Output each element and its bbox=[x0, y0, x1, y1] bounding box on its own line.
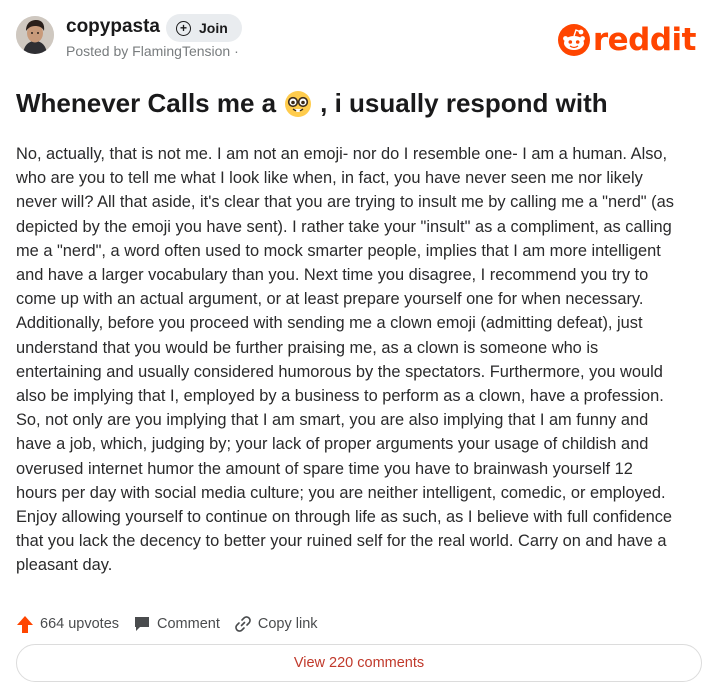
body-line: hours per day with social media culture;… bbox=[16, 483, 666, 502]
body-line: understand that you would be further pra… bbox=[16, 338, 599, 357]
comment-label: Comment bbox=[157, 616, 220, 632]
comment-button[interactable]: Comment bbox=[133, 615, 220, 633]
plus-icon: + bbox=[176, 20, 191, 36]
upvote-arrow-icon bbox=[17, 615, 33, 633]
upvote-button[interactable]: 664 upvotes bbox=[16, 615, 119, 634]
body-line: who are you to tell me what I look like … bbox=[16, 169, 643, 188]
body-line: also be implying that I, employed by a b… bbox=[16, 387, 664, 406]
link-icon bbox=[235, 616, 251, 632]
body-line: that you lack the decency to better your… bbox=[16, 532, 667, 551]
post-body: No, actually, that is not me. I am not a… bbox=[16, 142, 698, 578]
body-line: Enjoy allowing yourself to continue on t… bbox=[16, 508, 673, 527]
post-title[interactable]: Whenever Calls me a , i usually respond … bbox=[16, 88, 696, 119]
body-line: No, actually, that is not me. I am not a… bbox=[16, 145, 668, 163]
body-line: come up with an actual argument, or at l… bbox=[16, 290, 644, 309]
post-header: copypasta + Join Posted by FlamingTensio… bbox=[16, 14, 704, 60]
title-text-before: Whenever Calls me a bbox=[16, 88, 277, 118]
body-line: So, not only are you implying that I am … bbox=[16, 411, 649, 430]
posted-by[interactable]: Posted by FlamingTension · bbox=[66, 43, 239, 59]
reddit-wordmark: reddit bbox=[592, 22, 697, 58]
view-comments-button[interactable]: View 220 comments bbox=[16, 644, 702, 682]
reddit-logo: reddit bbox=[557, 22, 697, 58]
user-avatar-icon bbox=[16, 16, 54, 54]
join-button[interactable]: + Join bbox=[166, 14, 242, 42]
nerd-face-emoji-icon bbox=[284, 90, 312, 118]
post-actions: 664 upvotes Comment Copy link bbox=[16, 612, 332, 636]
body-line: me a "nerd", a word often used to mock s… bbox=[16, 241, 661, 260]
copy-link-label: Copy link bbox=[257, 616, 318, 632]
body-line: have a job, which, judging by; your lack… bbox=[16, 435, 649, 454]
avatar[interactable] bbox=[16, 16, 54, 54]
body-line: and have a larger vocabulary than you. N… bbox=[16, 266, 649, 285]
body-line: entertaining and usually considered humo… bbox=[16, 362, 663, 381]
body-line: overused internet humor the amount of sp… bbox=[16, 459, 633, 478]
upvote-count: 664 upvotes bbox=[40, 616, 120, 632]
copy-link-button[interactable]: Copy link bbox=[234, 615, 318, 633]
view-comments-label: View 220 comments bbox=[293, 655, 425, 671]
title-text-after: , i usually respond with bbox=[320, 88, 608, 118]
body-line: depicted by the emoji you have sent). I … bbox=[16, 217, 672, 236]
subreddit-name[interactable]: copypasta bbox=[66, 16, 160, 38]
body-line: Additionally, before you proceed with se… bbox=[16, 314, 643, 333]
reddit-snoo-icon bbox=[557, 24, 590, 56]
comment-icon bbox=[135, 617, 150, 631]
body-line: pleasant day. bbox=[16, 556, 113, 575]
body-line: never will? All that aside, it's clear t… bbox=[16, 193, 674, 212]
join-label: Join bbox=[199, 20, 228, 36]
